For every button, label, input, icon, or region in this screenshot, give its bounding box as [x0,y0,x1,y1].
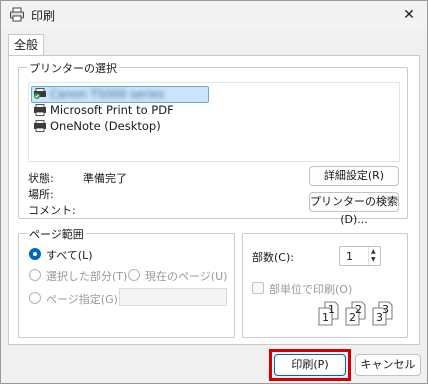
collate-label: 部単位で印刷(O) [269,283,353,296]
radio-current-page-label: 現在のページ(U) [145,270,228,283]
radio-pages-label: ページ指定(G): [46,293,122,306]
copies-stepper[interactable]: 1 ▲ ▼ [339,246,381,266]
printer-icon [33,120,47,132]
spin-arrows[interactable]: ▲ ▼ [368,247,380,265]
page-range-title: ページ範囲 [27,226,86,242]
collate-page-number: 1 [328,303,335,316]
radio-pages[interactable] [29,292,41,304]
printer-select-group: プリンターの選択 Canon TS000 series Microsoft Pr… [18,60,408,226]
collate-page-number: 3 [382,303,389,316]
printer-label: Canon TS000 series [50,87,165,101]
printer-icon [9,7,25,23]
collate-illustration: 1 1 2 2 3 3 [317,298,403,332]
spin-up-icon[interactable]: ▲ [371,249,376,255]
printer-group-title: プリンターの選択 [27,60,119,76]
general-panel: プリンターの選択 Canon TS000 series Microsoft Pr… [8,55,420,345]
printer-label: Microsoft Print to PDF [50,103,174,117]
collate-page-number: 2 [355,303,362,316]
spin-down-icon[interactable]: ▼ [371,257,376,263]
status-value: 準備完了 [83,172,127,185]
find-printer-button[interactable]: プリンターの検索(D)... [309,192,399,226]
page-range-input[interactable] [119,288,227,306]
title-bar: 印刷 ✕ [1,1,427,29]
print-dialog: 印刷 ✕ 全般 プリンターの選択 Canon TS000 series Micr… [0,0,428,384]
window-title: 印刷 [31,9,56,23]
radio-current-page[interactable] [128,269,140,281]
printer-icon [33,104,47,116]
status-label: 状態: [28,172,54,185]
copies-group: 部数(C): 部単位で印刷(O) 1 1 2 2 3 3 [242,233,408,338]
radio-selection[interactable] [29,269,41,281]
copies-label: 部数(C): [252,251,294,264]
radio-selection-label: 選択した部分(T) [46,270,128,283]
print-button[interactable]: 印刷(P) [274,354,346,376]
printer-label: OneNote (Desktop) [50,119,161,133]
printer-list[interactable]: Canon TS000 series Microsoft Print to PD… [28,82,400,162]
comment-label: コメント: [28,204,76,217]
radio-all[interactable] [29,248,41,260]
location-label: 場所: [28,188,54,201]
close-button[interactable]: ✕ [391,1,427,29]
printer-icon [33,88,47,100]
tab-general[interactable]: 全般 [8,34,44,56]
cancel-button[interactable]: キャンセル [355,354,421,376]
preferences-button[interactable]: 詳細設定(R) [309,166,399,186]
copies-value: 1 [346,250,353,263]
collate-checkbox[interactable] [252,282,264,294]
page-range-group: ページ範囲 すべて(L) 選択した部分(T) 現在のページ(U) ページ指定(G… [18,226,235,338]
radio-all-label: すべて(L) [46,249,93,262]
